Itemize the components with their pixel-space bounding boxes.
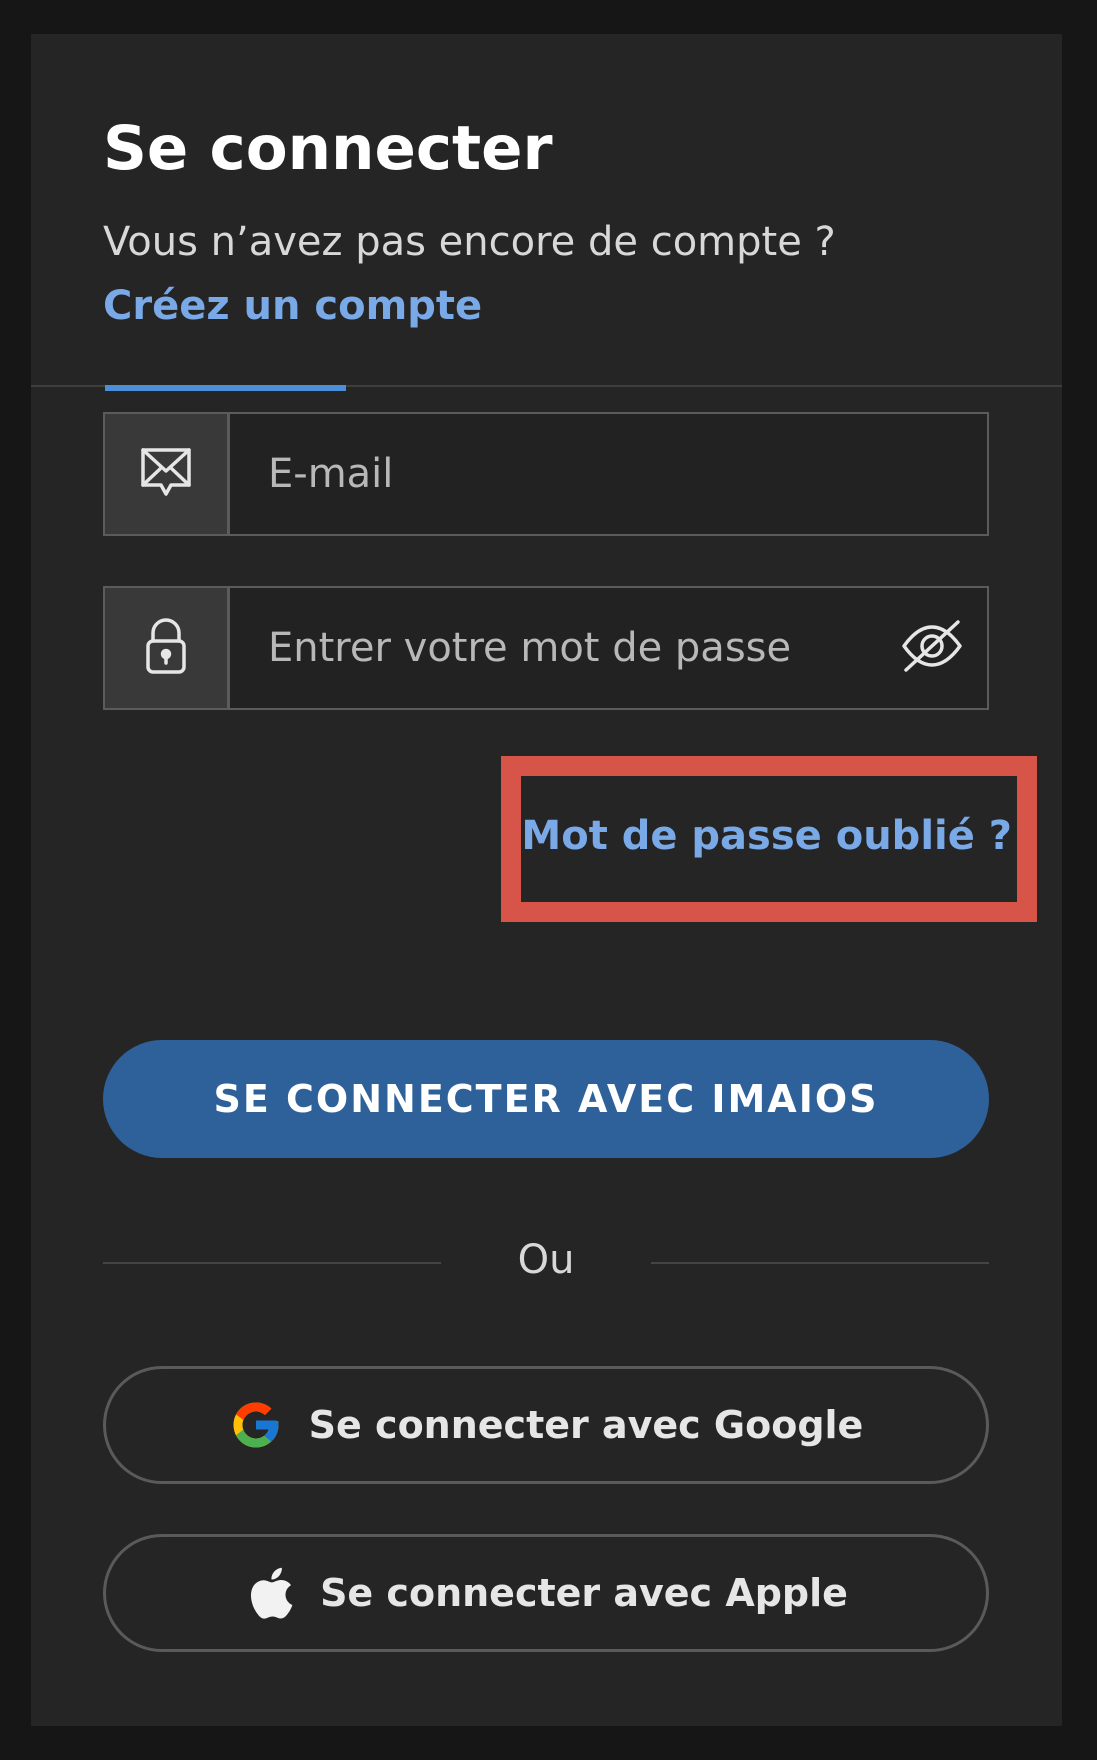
password-input[interactable]	[230, 588, 877, 708]
google-logo-icon	[229, 1398, 283, 1452]
divider-line-right	[651, 1262, 989, 1264]
login-imaios-button[interactable]: SE CONNECTER AVEC IMAIOS	[103, 1040, 989, 1158]
password-icon-cell	[105, 588, 230, 708]
password-field	[103, 586, 989, 710]
eye-slash-icon	[900, 618, 964, 678]
forgot-password-link[interactable]: Mot de passe oublié ?	[521, 816, 1012, 856]
lock-icon	[144, 616, 188, 680]
signup-prompt: Vous n’avez pas encore de compte ? Créez…	[103, 210, 963, 338]
page-title: Se connecter	[103, 113, 553, 184]
create-account-link[interactable]: Créez un compte	[103, 283, 482, 329]
google-login-label: Se connecter avec Google	[308, 1403, 864, 1447]
apple-login-button[interactable]: Se connecter avec Apple	[103, 1534, 989, 1652]
email-field	[103, 412, 989, 536]
envelope-icon	[138, 445, 194, 503]
google-login-button[interactable]: Se connecter avec Google	[103, 1366, 989, 1484]
toggle-password-visibility-button[interactable]	[877, 588, 987, 708]
active-tab-indicator	[105, 385, 346, 391]
divider-label: Ou	[517, 1237, 575, 1283]
signup-prompt-text: Vous n’avez pas encore de compte ?	[103, 219, 836, 265]
apple-login-label: Se connecter avec Apple	[320, 1571, 848, 1615]
login-panel: Se connecter Vous n’avez pas encore de c…	[31, 34, 1062, 1726]
email-input[interactable]	[230, 414, 987, 534]
email-icon-cell	[105, 414, 230, 534]
apple-logo-icon	[244, 1563, 294, 1623]
